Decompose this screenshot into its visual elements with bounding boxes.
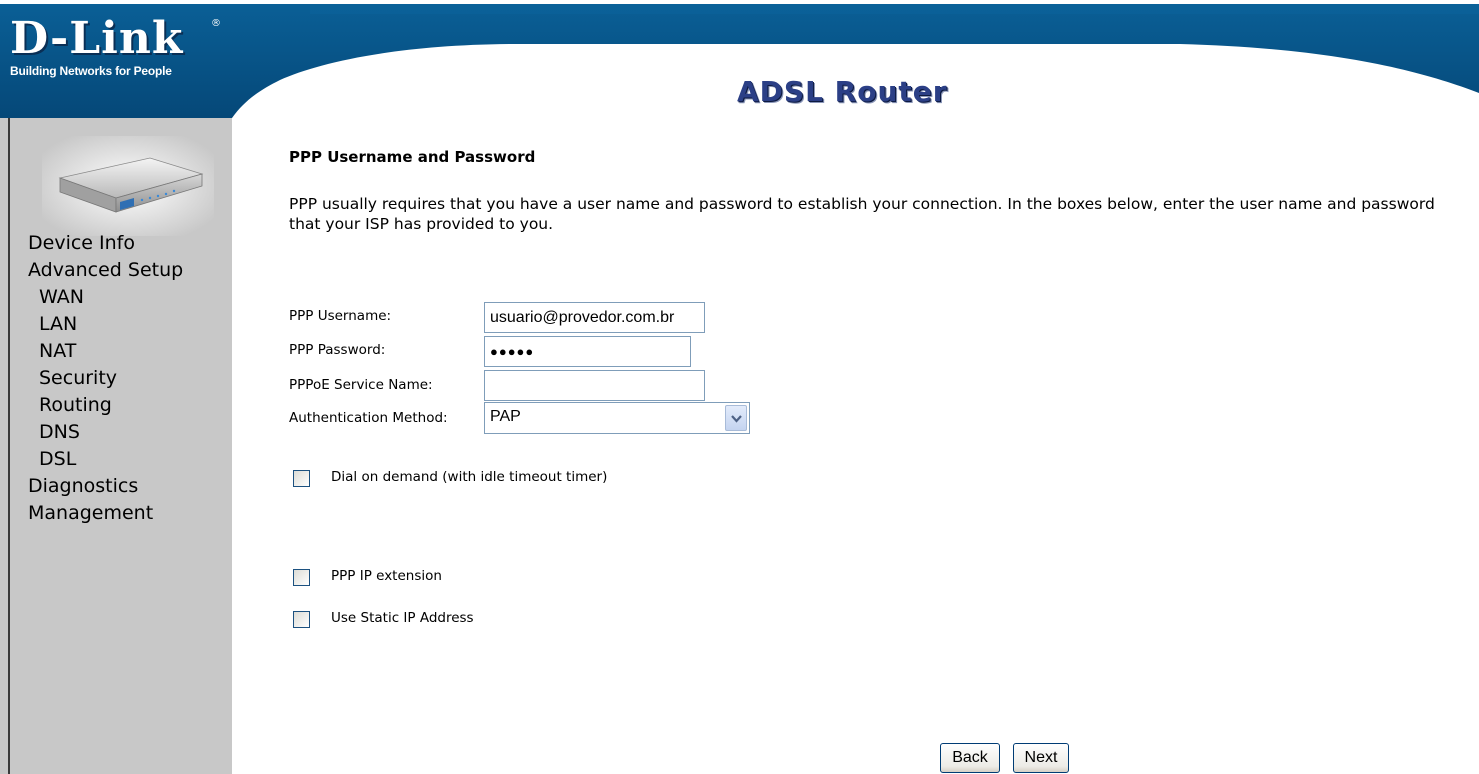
sidebar-nav: Device Info Advanced Setup WAN LAN NAT S… (28, 230, 228, 527)
sidebar-item-dns[interactable]: DNS (28, 419, 228, 446)
password-label: PPP Password: (289, 342, 386, 358)
sidebar-item-diagnostics[interactable]: Diagnostics (28, 473, 228, 500)
sidebar-item-dsl[interactable]: DSL (28, 446, 228, 473)
auth-method-label: Authentication Method: (289, 410, 448, 426)
username-input[interactable] (484, 302, 705, 333)
description-line-1: PPP usually requires that you have a use… (289, 195, 1435, 213)
chevron-down-icon (731, 415, 742, 423)
sidebar-item-nat[interactable]: NAT (28, 338, 228, 365)
back-button[interactable]: Back (940, 743, 1000, 773)
sidebar-border (8, 118, 10, 774)
sidebar-item-lan[interactable]: LAN (28, 311, 228, 338)
ppp-ip-extension-label[interactable]: PPP IP extension (331, 568, 442, 584)
product-title: ADSL Router (737, 75, 948, 108)
dial-on-demand-checkbox[interactable] (293, 470, 310, 487)
registered-mark: ® (211, 18, 221, 29)
username-label: PPP Username: (289, 308, 392, 324)
service-name-input[interactable] (484, 370, 705, 401)
ppp-ip-extension-checkbox[interactable] (293, 569, 310, 586)
dropdown-button[interactable] (725, 405, 747, 431)
page-title: PPP Username and Password (289, 148, 536, 166)
static-ip-checkbox[interactable] (293, 611, 310, 628)
sidebar-item-security[interactable]: Security (28, 365, 228, 392)
sidebar-item-wan[interactable]: WAN (28, 284, 228, 311)
router-device-image (42, 136, 214, 236)
auth-method-value: PAP (490, 408, 521, 425)
password-input[interactable]: ●●●●● (484, 336, 691, 367)
header-banner: D-Link ® Building Networks for People AD… (0, 0, 1479, 125)
logo-tagline: Building Networks for People (10, 64, 172, 78)
sidebar-item-device-info[interactable]: Device Info (28, 230, 228, 257)
description-line-2: that your ISP has provided to you. (289, 215, 554, 233)
sidebar-item-advanced-setup[interactable]: Advanced Setup (28, 257, 228, 284)
static-ip-label[interactable]: Use Static IP Address (331, 610, 474, 626)
next-button[interactable]: Next (1013, 743, 1069, 773)
auth-method-select[interactable]: PAP (484, 402, 750, 434)
sidebar-item-management[interactable]: Management (28, 500, 228, 527)
router-config-page: D-Link ® Building Networks for People AD… (0, 0, 1479, 774)
sidebar-item-routing[interactable]: Routing (28, 392, 228, 419)
sidebar: Device Info Advanced Setup WAN LAN NAT S… (0, 118, 232, 774)
logo-text: D-Link (10, 13, 184, 64)
dial-on-demand-label[interactable]: Dial on demand (with idle timeout timer) (331, 469, 607, 485)
dlink-logo[interactable]: D-Link ® Building Networks for People (10, 14, 225, 89)
service-name-label: PPPoE Service Name: (289, 377, 433, 393)
page-description: PPP usually requires that you have a use… (289, 194, 1479, 234)
